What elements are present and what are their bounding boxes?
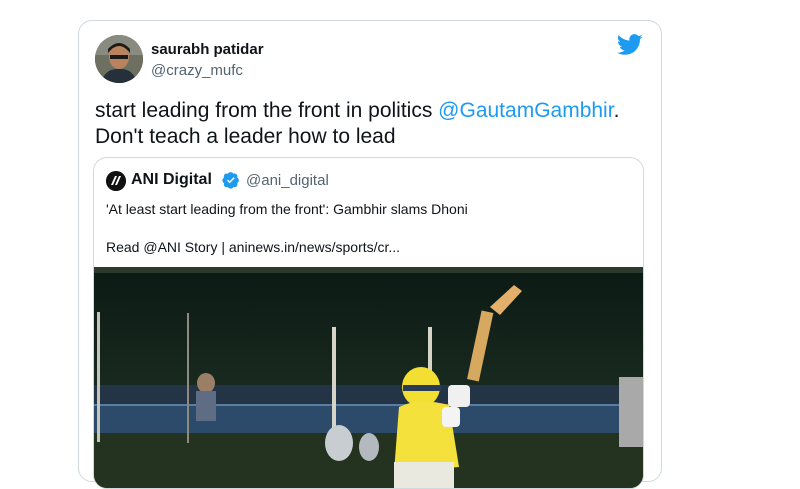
mention-link[interactable]: @GautamGambhir <box>438 99 613 122</box>
quote-author-name[interactable]: ANI Digital <box>131 171 212 189</box>
quote-link-text[interactable]: Read @ANI Story | aninews.in/news/sports… <box>106 239 631 255</box>
quote-avatar[interactable] <box>106 171 126 191</box>
author-handle[interactable]: @crazy_mufc <box>151 62 243 79</box>
tweet-text-part: start leading from the front in politics <box>95 99 439 122</box>
verified-badge-icon <box>222 172 239 189</box>
tweet-text: start leading from the front in politics… <box>95 98 645 150</box>
author-name[interactable]: saurabh patidar <box>151 41 264 58</box>
avatar[interactable] <box>95 35 143 83</box>
quote-media-image[interactable] <box>94 267 643 488</box>
quote-text: 'At least start leading from the front':… <box>106 201 468 217</box>
twitter-bird-icon[interactable] <box>617 34 643 56</box>
tweet-card[interactable]: saurabh patidar @crazy_mufc start leadin… <box>78 20 662 489</box>
quoted-tweet-card[interactable]: ANI Digital @ani_digital 'At least start… <box>93 157 644 489</box>
quote-author-handle[interactable]: @ani_digital <box>246 172 329 189</box>
